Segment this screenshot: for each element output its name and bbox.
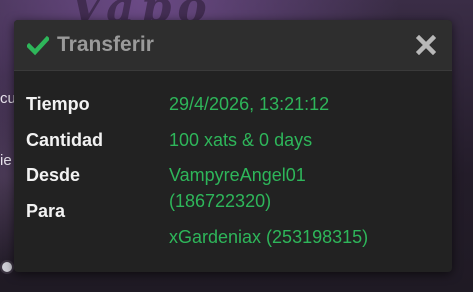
value-desde-name: VampyreAngel01 <box>169 165 306 185</box>
dialog-header: Transferir <box>14 20 452 71</box>
value-para: xGardeniax (253198315) <box>169 227 369 247</box>
background-badge <box>2 262 12 272</box>
background-text: ie <box>0 152 12 169</box>
transfer-dialog: Transferir Tiempo 29/4/2026, 13:21:12 Ca… <box>14 20 452 272</box>
label-para: Para <box>26 201 66 221</box>
value-tiempo: 29/4/2026, 13:21:12 <box>169 94 330 114</box>
label-desde: Desde <box>26 165 81 185</box>
value-cantidad: 100 xats & 0 days <box>169 130 313 150</box>
label-cantidad: Cantidad <box>26 130 104 150</box>
dialog-title: Transferir <box>57 33 154 56</box>
close-icon[interactable] <box>415 34 437 56</box>
check-icon <box>25 34 51 56</box>
value-desde-id: (186722320) <box>169 191 272 211</box>
label-tiempo: Tiempo <box>26 94 90 114</box>
